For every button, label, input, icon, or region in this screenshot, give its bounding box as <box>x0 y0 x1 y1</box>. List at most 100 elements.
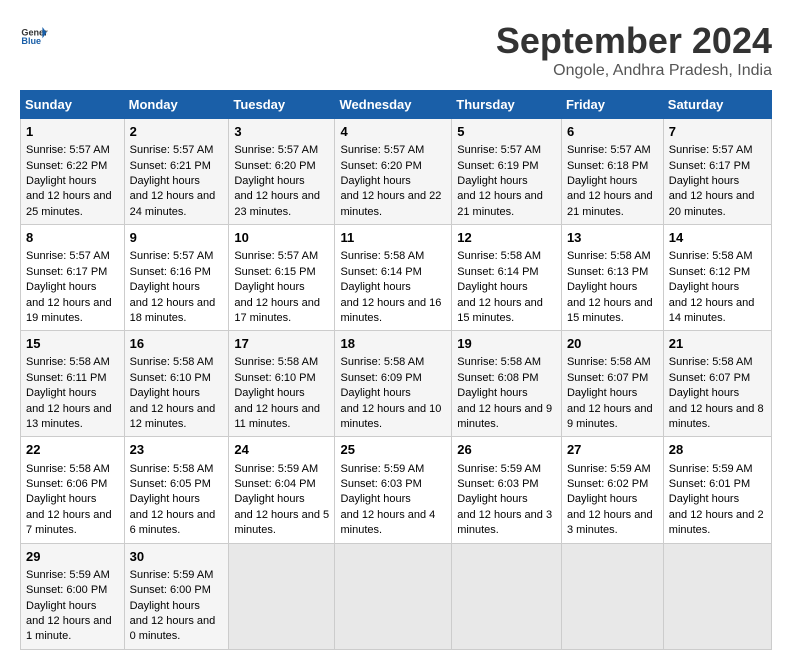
title-block: September 2024 Ongole, Andhra Pradesh, I… <box>496 20 772 80</box>
sunset-text: Sunset: 6:04 PM <box>234 478 315 490</box>
col-tuesday: Tuesday <box>229 91 335 119</box>
daylight-value: and 12 hours and 2 minutes. <box>669 509 764 536</box>
sunset-text: Sunset: 6:21 PM <box>130 160 211 172</box>
daylight-label: Daylight hours <box>340 493 410 505</box>
sunset-text: Sunset: 6:12 PM <box>669 266 750 278</box>
daylight-label: Daylight hours <box>26 493 96 505</box>
sunrise-text: Sunrise: 5:57 AM <box>26 144 110 156</box>
day-number: 28 <box>669 441 766 459</box>
day-number: 3 <box>234 123 329 141</box>
page-header: General Blue September 2024 Ongole, Andh… <box>20 20 772 80</box>
table-row: 10 Sunrise: 5:57 AM Sunset: 6:15 PM Dayl… <box>229 225 335 331</box>
table-row: 11 Sunrise: 5:58 AM Sunset: 6:14 PM Dayl… <box>335 225 452 331</box>
daylight-label: Daylight hours <box>669 281 739 293</box>
sunrise-text: Sunrise: 5:58 AM <box>457 356 541 368</box>
sunset-text: Sunset: 6:00 PM <box>130 584 211 596</box>
daylight-label: Daylight hours <box>130 600 200 612</box>
daylight-value: and 12 hours and 21 minutes. <box>567 190 653 217</box>
table-row: 6 Sunrise: 5:57 AM Sunset: 6:18 PM Dayli… <box>561 119 663 225</box>
sunrise-text: Sunrise: 5:59 AM <box>669 463 753 475</box>
sunset-text: Sunset: 6:20 PM <box>234 160 315 172</box>
day-number: 22 <box>26 441 119 459</box>
daylight-label: Daylight hours <box>130 281 200 293</box>
day-number: 23 <box>130 441 224 459</box>
day-number: 5 <box>457 123 556 141</box>
daylight-label: Daylight hours <box>234 175 304 187</box>
daylight-value: and 12 hours and 5 minutes. <box>234 509 329 536</box>
table-row: 22 Sunrise: 5:58 AM Sunset: 6:06 PM Dayl… <box>21 437 125 543</box>
day-number: 21 <box>669 335 766 353</box>
sunrise-text: Sunrise: 5:57 AM <box>340 144 424 156</box>
daylight-value: and 12 hours and 9 minutes. <box>567 403 653 430</box>
sunset-text: Sunset: 6:17 PM <box>669 160 750 172</box>
empty-cell <box>229 543 335 649</box>
day-number: 16 <box>130 335 224 353</box>
daylight-value: and 12 hours and 21 minutes. <box>457 190 543 217</box>
daylight-value: and 12 hours and 15 minutes. <box>567 297 653 324</box>
daylight-label: Daylight hours <box>26 600 96 612</box>
daylight-label: Daylight hours <box>234 281 304 293</box>
sunrise-text: Sunrise: 5:59 AM <box>457 463 541 475</box>
table-row: 19 Sunrise: 5:58 AM Sunset: 6:08 PM Dayl… <box>452 331 562 437</box>
sunrise-text: Sunrise: 5:57 AM <box>457 144 541 156</box>
day-number: 10 <box>234 229 329 247</box>
table-row: 21 Sunrise: 5:58 AM Sunset: 6:07 PM Dayl… <box>663 331 771 437</box>
day-number: 18 <box>340 335 446 353</box>
day-number: 17 <box>234 335 329 353</box>
sunrise-text: Sunrise: 5:57 AM <box>130 144 214 156</box>
table-row: 13 Sunrise: 5:58 AM Sunset: 6:13 PM Dayl… <box>561 225 663 331</box>
sunrise-text: Sunrise: 5:57 AM <box>234 144 318 156</box>
sunrise-text: Sunrise: 5:59 AM <box>567 463 651 475</box>
daylight-label: Daylight hours <box>26 387 96 399</box>
sunset-text: Sunset: 6:07 PM <box>669 372 750 384</box>
table-row: 2 Sunrise: 5:57 AM Sunset: 6:21 PM Dayli… <box>124 119 229 225</box>
empty-cell <box>663 543 771 649</box>
daylight-label: Daylight hours <box>234 387 304 399</box>
calendar-week-row: 22 Sunrise: 5:58 AM Sunset: 6:06 PM Dayl… <box>21 437 772 543</box>
sunrise-text: Sunrise: 5:58 AM <box>340 250 424 262</box>
table-row: 3 Sunrise: 5:57 AM Sunset: 6:20 PM Dayli… <box>229 119 335 225</box>
table-row: 4 Sunrise: 5:57 AM Sunset: 6:20 PM Dayli… <box>335 119 452 225</box>
table-row: 27 Sunrise: 5:59 AM Sunset: 6:02 PM Dayl… <box>561 437 663 543</box>
day-number: 1 <box>26 123 119 141</box>
sunset-text: Sunset: 6:13 PM <box>567 266 648 278</box>
day-number: 29 <box>26 548 119 566</box>
logo-icon: General Blue <box>20 20 48 48</box>
table-row: 1 Sunrise: 5:57 AM Sunset: 6:22 PM Dayli… <box>21 119 125 225</box>
sunrise-text: Sunrise: 5:59 AM <box>26 569 110 581</box>
daylight-value: and 12 hours and 1 minute. <box>26 615 112 642</box>
sunrise-text: Sunrise: 5:59 AM <box>340 463 424 475</box>
daylight-value: and 12 hours and 0 minutes. <box>130 615 216 642</box>
table-row: 17 Sunrise: 5:58 AM Sunset: 6:10 PM Dayl… <box>229 331 335 437</box>
table-row: 5 Sunrise: 5:57 AM Sunset: 6:19 PM Dayli… <box>452 119 562 225</box>
table-row: 7 Sunrise: 5:57 AM Sunset: 6:17 PM Dayli… <box>663 119 771 225</box>
sunset-text: Sunset: 6:01 PM <box>669 478 750 490</box>
sunset-text: Sunset: 6:07 PM <box>567 372 648 384</box>
sunrise-text: Sunrise: 5:58 AM <box>669 250 753 262</box>
month-title: September 2024 <box>496 20 772 62</box>
daylight-value: and 12 hours and 13 minutes. <box>26 403 112 430</box>
table-row: 9 Sunrise: 5:57 AM Sunset: 6:16 PM Dayli… <box>124 225 229 331</box>
calendar-week-row: 29 Sunrise: 5:59 AM Sunset: 6:00 PM Dayl… <box>21 543 772 649</box>
day-number: 8 <box>26 229 119 247</box>
sunset-text: Sunset: 6:06 PM <box>26 478 107 490</box>
sunset-text: Sunset: 6:19 PM <box>457 160 538 172</box>
sunset-text: Sunset: 6:14 PM <box>457 266 538 278</box>
sunrise-text: Sunrise: 5:58 AM <box>457 250 541 262</box>
sunrise-text: Sunrise: 5:59 AM <box>130 569 214 581</box>
daylight-value: and 12 hours and 18 minutes. <box>130 297 216 324</box>
day-number: 7 <box>669 123 766 141</box>
daylight-label: Daylight hours <box>130 493 200 505</box>
day-number: 14 <box>669 229 766 247</box>
daylight-value: and 12 hours and 10 minutes. <box>340 403 441 430</box>
daylight-label: Daylight hours <box>457 281 527 293</box>
day-number: 12 <box>457 229 556 247</box>
sunrise-text: Sunrise: 5:58 AM <box>340 356 424 368</box>
col-wednesday: Wednesday <box>335 91 452 119</box>
sunset-text: Sunset: 6:16 PM <box>130 266 211 278</box>
col-monday: Monday <box>124 91 229 119</box>
day-number: 20 <box>567 335 658 353</box>
daylight-value: and 12 hours and 25 minutes. <box>26 190 112 217</box>
day-number: 19 <box>457 335 556 353</box>
daylight-label: Daylight hours <box>567 281 637 293</box>
